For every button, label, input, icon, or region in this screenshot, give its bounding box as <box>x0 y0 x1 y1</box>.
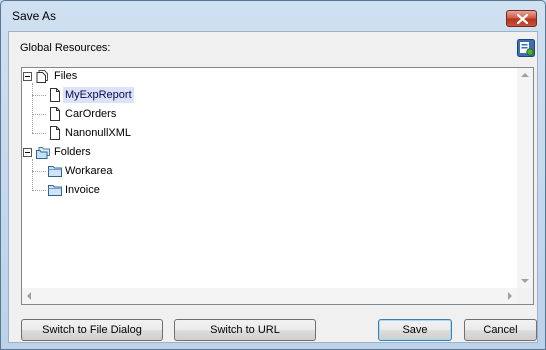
file-icon <box>50 126 60 140</box>
folders-label: Folders <box>54 146 91 158</box>
file-label: CarOrders <box>65 108 117 120</box>
file-label: NanonullXML <box>65 127 132 139</box>
close-icon <box>517 14 528 24</box>
tree-node-folders[interactable]: Folders <box>22 144 222 160</box>
tree-item-folder[interactable]: Invoice <box>22 182 222 198</box>
scroll-up-icon[interactable] <box>521 73 529 77</box>
folder-icon <box>48 185 62 196</box>
collapse-icon[interactable] <box>23 148 32 157</box>
dialog-content: Global Resources: Files MyExpReport CarO… <box>8 31 538 343</box>
scroll-left-icon[interactable] <box>27 292 31 300</box>
folder-label: Invoice <box>65 184 100 196</box>
file-icon <box>50 107 60 121</box>
switch-to-file-dialog-button[interactable]: Switch to File Dialog <box>21 319 163 341</box>
resources-icon[interactable] <box>517 39 535 57</box>
vertical-scrollbar[interactable] <box>517 68 533 288</box>
collapse-icon[interactable] <box>23 72 32 81</box>
scroll-corner <box>517 288 533 304</box>
folder-label: Workarea <box>65 165 113 177</box>
global-resources-label: Global Resources: <box>20 42 111 54</box>
tree-item-folder[interactable]: Workarea <box>22 163 222 179</box>
scroll-down-icon[interactable] <box>521 279 529 283</box>
save-as-dialog: Save As Global Resources: Files MyExpRep… <box>0 0 546 350</box>
file-icon <box>50 88 60 102</box>
tree-item-file[interactable]: CarOrders <box>22 106 222 122</box>
save-button[interactable]: Save <box>378 319 452 341</box>
files-label: Files <box>54 70 78 82</box>
file-label: MyExpReport <box>63 87 134 103</box>
tree-item-file[interactable]: MyExpReport <box>22 87 222 103</box>
switch-to-url-button[interactable]: Switch to URL <box>174 319 316 341</box>
tree-node-files[interactable]: Files <box>22 68 222 84</box>
close-button[interactable] <box>506 10 537 27</box>
folders-icon <box>36 147 50 159</box>
files-icon <box>36 70 48 83</box>
folder-icon <box>48 166 62 177</box>
title-bar[interactable]: Save As <box>1 1 545 31</box>
tree-item-file[interactable]: NanonullXML <box>22 125 222 141</box>
window-title: Save As <box>12 9 57 23</box>
horizontal-scrollbar[interactable] <box>22 288 517 304</box>
scroll-right-icon[interactable] <box>508 292 512 300</box>
resource-tree[interactable]: Files MyExpReport CarOrders NanonullXML … <box>21 67 534 305</box>
cancel-button[interactable]: Cancel <box>464 319 537 341</box>
